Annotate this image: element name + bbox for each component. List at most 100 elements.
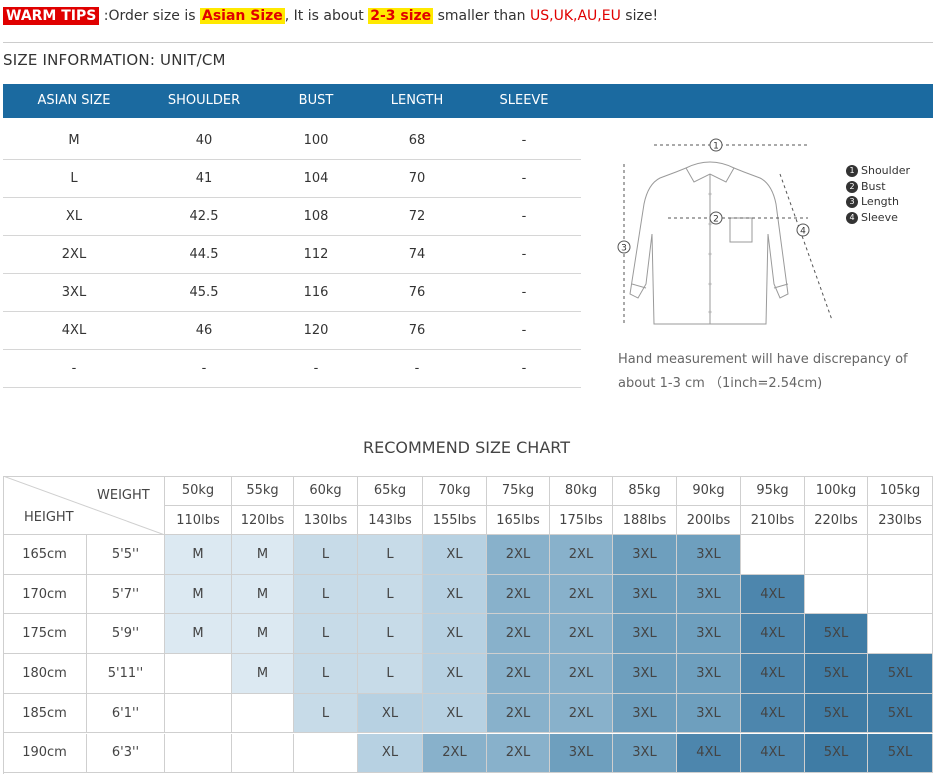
size-cell: 5XL — [805, 733, 868, 774]
cell-shoulder: 41 — [195, 171, 213, 186]
height-cm-cell: 190cm — [3, 733, 87, 774]
size-cell: L — [358, 535, 423, 575]
size-table-row: 4XL 46 120 76 - — [3, 312, 581, 350]
size-cell: 3XL — [613, 574, 677, 615]
corner-cell — [3, 476, 165, 535]
cell-length: 72 — [408, 209, 426, 224]
measurement-note: Hand measurement will have discrepancy o… — [618, 348, 933, 396]
size-table-row: M 40 100 68 - — [3, 122, 581, 160]
legend-item: 2 Bust — [846, 179, 910, 195]
size-cell: 2XL — [550, 535, 613, 575]
size-table-row: ----- — [3, 350, 581, 388]
height-cm-cell: 175cm — [3, 614, 87, 655]
cell-bust: 100 — [303, 133, 329, 148]
size-cell — [165, 733, 232, 774]
size-cell: 2XL — [487, 654, 550, 694]
weight-kg-header: 75kg — [487, 476, 550, 506]
size-cell: M — [232, 574, 294, 615]
size-cell: M — [232, 535, 294, 575]
cell-size: 3XL — [61, 285, 87, 300]
size-cell: L — [358, 574, 423, 615]
size-cell — [868, 614, 933, 655]
cell-sleeve: - — [521, 171, 527, 186]
weight-lbs-header: 110lbs — [165, 506, 232, 535]
size-cell: L — [358, 654, 423, 694]
note-line-1: Hand measurement will have discrepancy o… — [618, 352, 908, 367]
size-cell: 5XL — [868, 693, 933, 734]
legend-label: Length — [861, 195, 899, 208]
cell-size: 2XL — [61, 247, 87, 262]
size-cell: 3XL — [613, 654, 677, 694]
legend-number-icon: 1 — [846, 165, 858, 177]
size-cell — [294, 733, 358, 774]
size-cell: L — [294, 654, 358, 694]
size-cell — [165, 693, 232, 734]
size-cell — [868, 535, 933, 575]
size-cell: 3XL — [677, 654, 741, 694]
height-ft-cell: 5'5'' — [87, 535, 165, 575]
cell-size: XL — [65, 209, 83, 224]
size-cell: 2XL — [487, 535, 550, 575]
cell-bust: - — [313, 361, 319, 376]
weight-kg-header: 90kg — [677, 476, 741, 506]
cell-length: 74 — [408, 247, 426, 262]
size-cell: 4XL — [677, 733, 741, 774]
size-cell: 3XL — [677, 574, 741, 615]
weight-lbs-header: 155lbs — [423, 506, 487, 535]
regions-text: US,UK,AU,EU — [530, 8, 621, 24]
size-cell: 4XL — [741, 733, 805, 774]
cell-sleeve: - — [521, 323, 527, 338]
cell-bust: 116 — [303, 285, 329, 300]
asian-size-highlight: Asian Size — [199, 8, 285, 24]
size-cell: XL — [423, 535, 487, 575]
recommend-size-chart-title: RECOMMEND SIZE CHART — [363, 438, 570, 457]
size-cell: 3XL — [677, 535, 741, 575]
legend-label: Shoulder — [861, 164, 910, 177]
mark-1: 1 — [713, 142, 719, 152]
height-cm-cell: 185cm — [3, 693, 87, 734]
size-cell: L — [294, 535, 358, 575]
measurement-legend: 1 Shoulder 2 Bust 3 Length 4 Sleeve — [846, 163, 910, 225]
size-cell: 2XL — [487, 693, 550, 734]
weight-lbs-header: 220lbs — [805, 506, 868, 535]
size-cell: 2XL — [550, 614, 613, 655]
weight-lbs-header: 210lbs — [741, 506, 805, 535]
size-cell: XL — [423, 693, 487, 734]
weight-lbs-header: 230lbs — [868, 506, 933, 535]
tips-text-2: , It is about — [284, 8, 369, 24]
size-cell: 4XL — [741, 614, 805, 655]
size-cell: 5XL — [805, 654, 868, 694]
size-cell — [805, 574, 868, 615]
weight-lbs-header: 130lbs — [294, 506, 358, 535]
cell-length: 68 — [408, 133, 426, 148]
cell-bust: 104 — [303, 171, 329, 186]
size-cell: M — [232, 654, 294, 694]
size-cell: 4XL — [741, 693, 805, 734]
weight-kg-header: 65kg — [358, 476, 423, 506]
weight-lbs-header: 143lbs — [358, 506, 423, 535]
weight-kg-header: 100kg — [805, 476, 868, 506]
weight-lbs-header: 188lbs — [613, 506, 677, 535]
weight-lbs-header: 175lbs — [550, 506, 613, 535]
header-bust: BUST — [298, 93, 334, 108]
size-cell: XL — [423, 574, 487, 615]
cell-length: 70 — [408, 171, 426, 186]
size-table-row: XL 42.5 108 72 - — [3, 198, 581, 236]
size-information-title: SIZE INFORMATION: UNIT/CM — [3, 51, 226, 69]
header-shoulder: SHOULDER — [167, 93, 241, 108]
size-cell: L — [294, 574, 358, 615]
size-cell: 2XL — [487, 733, 550, 774]
weight-lbs-header: 200lbs — [677, 506, 741, 535]
size-cell — [805, 535, 868, 575]
cell-bust: 120 — [303, 323, 329, 338]
legend-item: 4 Sleeve — [846, 210, 910, 226]
size-cell: XL — [423, 614, 487, 655]
cell-shoulder: 44.5 — [189, 247, 219, 262]
size-cell: M — [165, 574, 232, 615]
weight-kg-header: 85kg — [613, 476, 677, 506]
size-cell: 2XL — [550, 654, 613, 694]
header-length: LENGTH — [390, 93, 444, 108]
cell-sleeve: - — [521, 209, 527, 224]
size-cell: 5XL — [805, 693, 868, 734]
cell-sleeve: - — [521, 133, 527, 148]
